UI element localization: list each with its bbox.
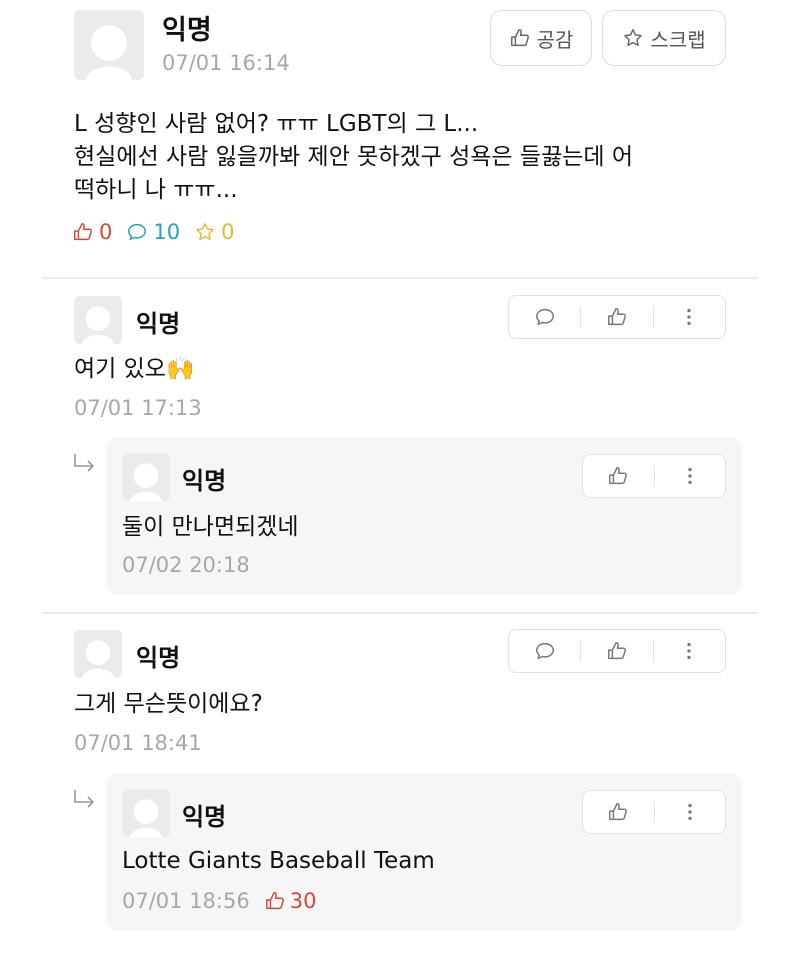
comment-avatar [74,630,122,678]
thumbs-up-icon [265,892,284,910]
thumbs-up-icon [510,29,529,47]
reply-more-button[interactable] [655,791,726,833]
reply-meta: 07/01 18:56 30 [122,889,316,913]
comment-actions [508,295,726,339]
post-body-line: 현실에선 사람 잃을까봐 제안 못하겠구 성욕은 들끓는데 어 [74,144,634,170]
comment-author: 익명 [136,644,181,672]
thumbs-up-icon [609,803,628,821]
like-button[interactable]: 공감 [490,10,592,66]
thumbs-up-icon [74,223,92,241]
reply-timestamp: 07/01 18:56 [122,889,250,913]
divider [42,612,758,614]
comment-like-button[interactable] [581,630,652,672]
reply-arrow-icon [72,452,98,476]
post-author: 익명 [162,15,212,46]
thumbs-up-icon [609,467,628,485]
post-timestamp: 07/01 16:14 [162,51,290,75]
reply-box: 익명 Lotte Giants Baseball Team 07/01 18:5… [106,773,742,931]
comment-text: 그게 무슨뜻이에요? [74,691,263,717]
thumbs-up-icon [608,308,626,326]
reply-text: 둘이 만나면되겠네 [122,514,299,540]
thumbs-up-icon [608,642,626,660]
more-vertical-icon [687,642,691,660]
reply-like-button[interactable] [583,455,654,497]
reply-button[interactable] [509,296,580,338]
like-button-label: 공감 [536,27,574,52]
more-vertical-icon [688,467,692,485]
comment-count: 10 [126,220,180,244]
more-vertical-icon [688,803,692,821]
post-avatar [74,10,144,80]
post-body-line: 떡하니 나 ㅠㅠ... [74,177,238,203]
reply-author: 익명 [182,467,227,495]
reply-avatar [122,789,170,837]
comment-timestamp: 07/01 17:13 [74,396,202,420]
speech-bubble-icon [535,308,554,326]
reply-author: 익명 [182,803,227,831]
scrap-count: 0 [194,220,234,244]
divider [42,277,758,279]
reply-actions [582,454,726,498]
reply-actions [582,790,726,834]
like-count: 0 [72,220,112,244]
reply-more-button[interactable] [655,455,726,497]
reply-box: 익명 둘이 만나면되겠네 07/02 20:18 [106,437,742,595]
post-stats: 0 10 0 [72,220,234,244]
comment-actions [508,629,726,673]
more-button[interactable] [654,630,725,672]
comment-timestamp: 07/01 18:41 [74,731,202,755]
comment-author: 익명 [136,310,181,338]
speech-bubble-icon [128,223,147,241]
comment-avatar [74,296,122,344]
scrap-button-label: 스크랩 [650,27,706,52]
post-body: L 성향인 사람 없어? ㅠㅠ LGBT의 그 L... 현실에선 사람 잃을까… [74,108,754,207]
reply-arrow-icon [72,788,98,812]
star-icon [624,29,643,46]
reply-avatar [122,453,170,501]
reply-button[interactable] [509,630,580,672]
comment-like-button[interactable] [581,296,652,338]
comment-count-value: 10 [153,220,181,244]
reply-text: Lotte Giants Baseball Team [122,848,435,874]
reply-like-count-value: 30 [289,889,317,913]
more-vertical-icon [687,308,691,326]
reply-like-count: 30 [264,889,317,913]
post-body-line: L 성향인 사람 없어? ㅠㅠ LGBT의 그 L... [74,111,479,137]
star-icon [196,223,214,240]
reply-timestamp: 07/02 20:18 [122,553,250,577]
reply-like-button[interactable] [583,791,654,833]
comment-text: 여기 있오🙌 [74,356,195,382]
speech-bubble-icon [535,642,554,660]
scrap-count-value: 0 [221,220,235,244]
more-button[interactable] [654,296,725,338]
like-count-value: 0 [99,220,113,244]
scrap-button[interactable]: 스크랩 [602,10,726,66]
